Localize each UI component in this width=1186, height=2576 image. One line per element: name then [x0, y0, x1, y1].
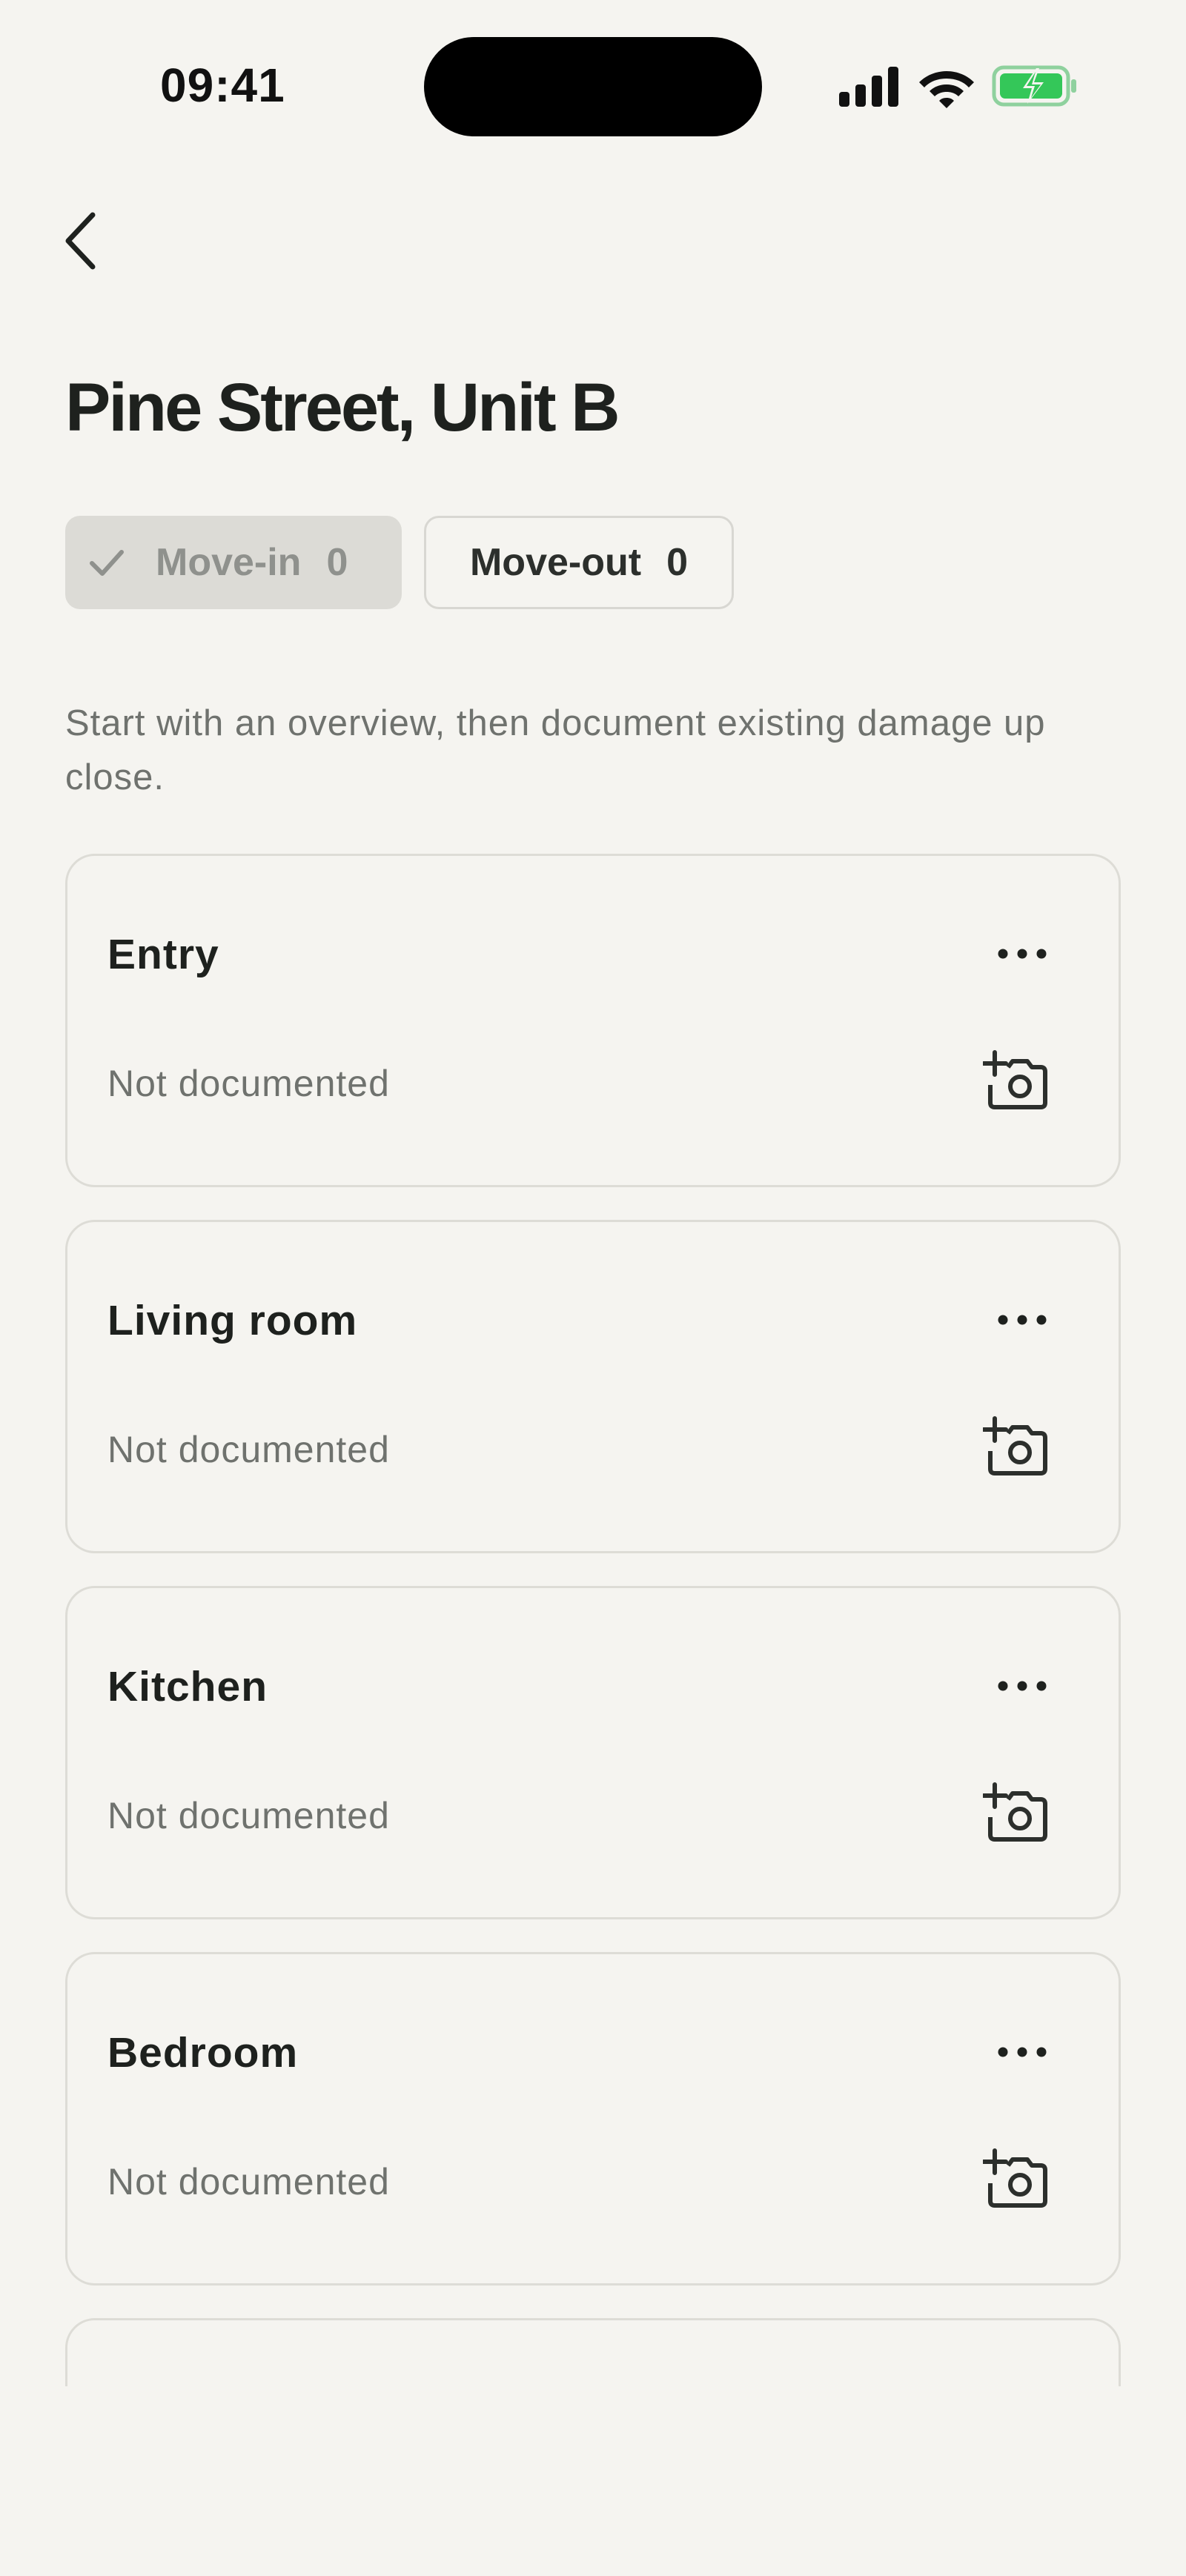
chevron-left-icon: [65, 212, 96, 270]
tab-label: Move-in: [156, 541, 302, 584]
page-title: Pine Street, Unit B: [65, 370, 620, 445]
back-button[interactable]: [52, 208, 111, 274]
add-photo-icon: [983, 1416, 1047, 1475]
room-card-bedroom[interactable]: Bedroom Not documented: [65, 1952, 1121, 2285]
room-card-entry[interactable]: Entry Not documented: [65, 854, 1121, 1187]
room-name: Living room: [107, 1297, 358, 1344]
cellular-signal-icon: [839, 67, 898, 107]
more-options-button[interactable]: [993, 1305, 1052, 1335]
add-photo-button[interactable]: [981, 1413, 1052, 1484]
ellipsis-icon: [998, 949, 1047, 959]
tab-count: 0: [666, 541, 688, 584]
room-list: Entry Not documented Living room Not doc…: [0, 852, 1186, 2386]
room-name: Entry: [107, 931, 219, 978]
more-options-button[interactable]: [993, 939, 1052, 969]
room-status: Not documented: [107, 1795, 390, 1836]
add-photo-icon: [983, 2148, 1047, 2208]
battery-charging-icon: [992, 65, 1076, 107]
room-status: Not documented: [107, 1063, 390, 1104]
ellipsis-icon: [998, 2047, 1047, 2057]
add-photo-icon: [983, 1050, 1047, 1109]
more-options-button[interactable]: [993, 1671, 1052, 1701]
room-name: Bedroom: [107, 2029, 299, 2077]
dynamic-island: [424, 37, 762, 136]
more-options-button[interactable]: [993, 2037, 1052, 2067]
add-photo-button[interactable]: [981, 1047, 1052, 1118]
tab-move-out[interactable]: Move-out 0: [424, 516, 734, 609]
tab-move-in[interactable]: Move-in 0: [65, 516, 402, 609]
add-photo-button[interactable]: [981, 1779, 1052, 1850]
room-status: Not documented: [107, 2161, 390, 2202]
wifi-icon: [919, 71, 974, 108]
room-card-kitchen[interactable]: Kitchen Not documented: [65, 1586, 1121, 1919]
tab-count: 0: [326, 541, 348, 584]
check-icon: [90, 550, 124, 576]
add-photo-icon: [983, 1782, 1047, 1842]
tab-label: Move-out: [469, 541, 642, 584]
ellipsis-icon: [998, 1315, 1047, 1325]
status-time: 09:41: [160, 59, 285, 112]
ellipsis-icon: [998, 1681, 1047, 1691]
intro-text: Start with an overview, then document ex…: [65, 703, 1046, 797]
room-status: Not documented: [107, 1429, 390, 1470]
room-card-partial[interactable]: [65, 2318, 1121, 2386]
status-bar: 09:41: [0, 0, 1186, 148]
room-name: Kitchen: [107, 1663, 268, 1710]
add-photo-button[interactable]: [981, 2145, 1052, 2217]
room-card-living-room[interactable]: Living room Not documented: [65, 1220, 1121, 1553]
